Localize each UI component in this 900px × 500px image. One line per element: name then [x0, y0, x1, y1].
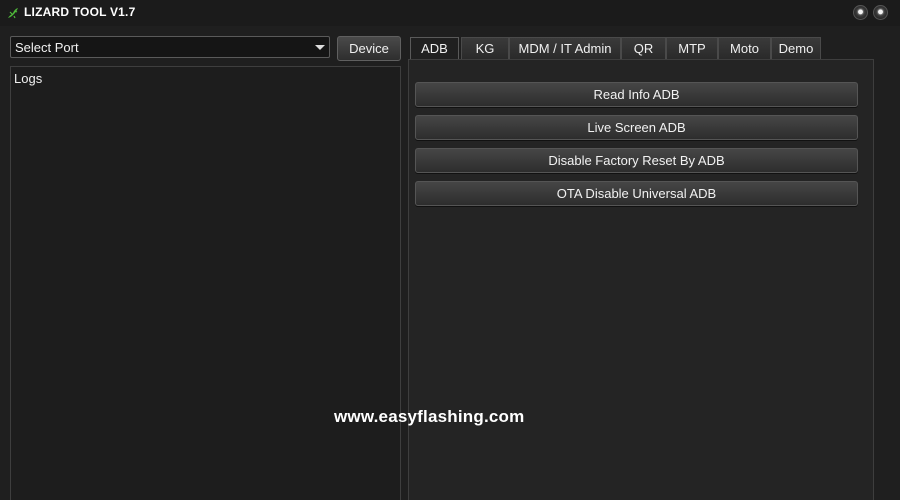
device-button[interactable]: Device	[337, 36, 401, 61]
port-select[interactable]: Select Port	[10, 36, 330, 58]
tab-kg[interactable]: KG	[461, 37, 509, 59]
tab-mtp[interactable]: MTP	[666, 37, 718, 59]
tab-moto[interactable]: Moto	[718, 37, 771, 59]
port-select-value: Select Port	[15, 40, 79, 55]
tab-adb[interactable]: ADB	[410, 37, 459, 59]
ota-disable-universal-adb-button[interactable]: OTA Disable Universal ADB	[415, 181, 858, 206]
tab-demo[interactable]: Demo	[771, 37, 821, 59]
minimize-button[interactable]	[853, 5, 868, 20]
app-title: LIZARD TOOL V1.7	[24, 5, 136, 19]
watermark-text: www.easyflashing.com	[334, 407, 525, 426]
logs-label: Logs	[14, 71, 43, 86]
tab-qr[interactable]: QR	[621, 37, 666, 59]
chevron-down-icon[interactable]	[315, 45, 325, 50]
close-button[interactable]	[873, 5, 888, 20]
logs-panel[interactable]: Logs	[10, 66, 401, 500]
disable-factory-reset-adb-button[interactable]: Disable Factory Reset By ADB	[415, 148, 858, 173]
tab-mdm-it-admin[interactable]: MDM / IT Admin	[509, 37, 621, 59]
live-screen-adb-button[interactable]: Live Screen ADB	[415, 115, 858, 140]
lizard-icon	[8, 8, 18, 19]
title-bar: LIZARD TOOL V1.7	[0, 0, 900, 26]
read-info-adb-button[interactable]: Read Info ADB	[415, 82, 858, 107]
